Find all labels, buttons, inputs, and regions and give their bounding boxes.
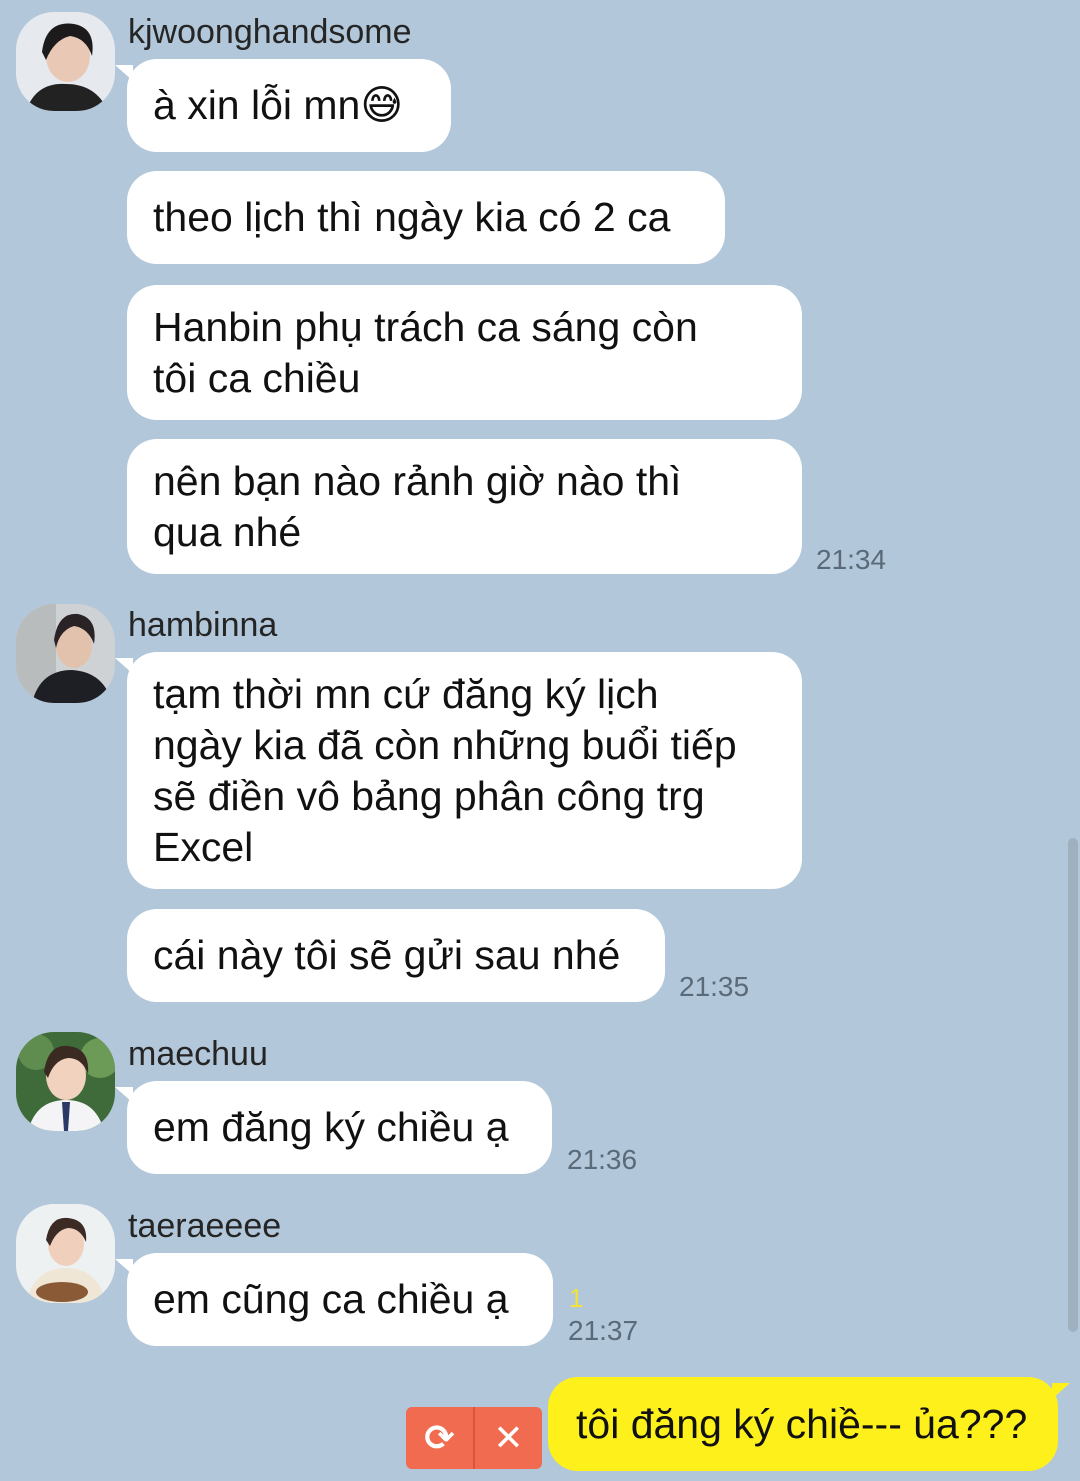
profile-photo bbox=[16, 1032, 115, 1131]
profile-photo bbox=[16, 1204, 115, 1303]
message-bubble[interactable]: tạm thời mn cứ đăng ký lịch ngày kia đã … bbox=[115, 652, 802, 889]
sender-name: taeraeeee bbox=[128, 1207, 282, 1245]
message-text: cái này tôi sẽ gửi sau nhé bbox=[153, 932, 621, 978]
message-bubble[interactable]: em cũng ca chiều ạ bbox=[115, 1253, 553, 1346]
message-text: theo lịch thì ngày kia có 2 ca bbox=[153, 194, 671, 240]
message-bubble[interactable]: à xin lỗi mn😅 bbox=[115, 59, 451, 152]
message-time: 21:34 bbox=[816, 544, 887, 575]
message-bubble[interactable]: em đăng ký chiều ạ bbox=[115, 1081, 552, 1174]
delete-button[interactable]: ✕ bbox=[475, 1407, 542, 1469]
avatar-taeraeeee[interactable] bbox=[16, 1204, 115, 1303]
avatar-kjwoonghandsome[interactable] bbox=[16, 12, 115, 111]
message-bubble[interactable]: cái này tôi sẽ gửi sau nhé bbox=[127, 909, 665, 1002]
avatar-hambinna[interactable] bbox=[16, 604, 115, 703]
unread-count: 1 bbox=[569, 1283, 584, 1313]
message-time: 21:37 bbox=[568, 1315, 639, 1346]
close-icon: ✕ bbox=[493, 1417, 524, 1458]
message-text: em đăng ký chiều ạ bbox=[153, 1104, 509, 1150]
avatar-maechuu[interactable] bbox=[16, 1032, 115, 1131]
message-text: em cũng ca chiều ạ bbox=[153, 1276, 509, 1322]
sender-name: maechuu bbox=[128, 1035, 268, 1073]
message-text: à xin lỗi mn😅 bbox=[153, 82, 404, 128]
message-time: 21:36 bbox=[567, 1144, 638, 1175]
message-bubble[interactable]: nên bạn nào rảnh giờ nào thì qua nhé bbox=[127, 439, 802, 574]
profile-photo bbox=[16, 12, 115, 111]
message-bubble[interactable]: theo lịch thì ngày kia có 2 ca bbox=[127, 171, 725, 264]
retry-icon: ⟳ bbox=[424, 1417, 455, 1458]
my-message-bubble[interactable]: tôi đăng ký chiề--- ủa??? bbox=[548, 1377, 1070, 1471]
message-text: nên bạn nào rảnh giờ nào thì qua nhé bbox=[153, 457, 682, 555]
message-time: 21:35 bbox=[679, 971, 750, 1002]
sender-name: hambinna bbox=[128, 606, 278, 644]
message-bubble[interactable]: Hanbin phụ trách ca sáng còn tôi ca chiề… bbox=[127, 285, 802, 420]
failed-send-actions: ⟳ ✕ bbox=[406, 1407, 542, 1469]
message-text: tôi đăng ký chiề--- ủa??? bbox=[576, 1400, 1028, 1447]
profile-photo bbox=[16, 604, 115, 703]
sender-name: kjwoonghandsome bbox=[128, 13, 412, 51]
retry-button[interactable]: ⟳ bbox=[406, 1407, 473, 1469]
chat-room: kjwoonghandsome à xin lỗi mn😅 theo lịch … bbox=[0, 0, 1080, 1481]
message-text: Hanbin phụ trách ca sáng còn tôi ca chiề… bbox=[153, 303, 698, 401]
message-text: tạm thời mn cứ đăng ký lịch ngày kia đã … bbox=[153, 670, 737, 870]
scrollbar[interactable] bbox=[1068, 838, 1078, 1332]
